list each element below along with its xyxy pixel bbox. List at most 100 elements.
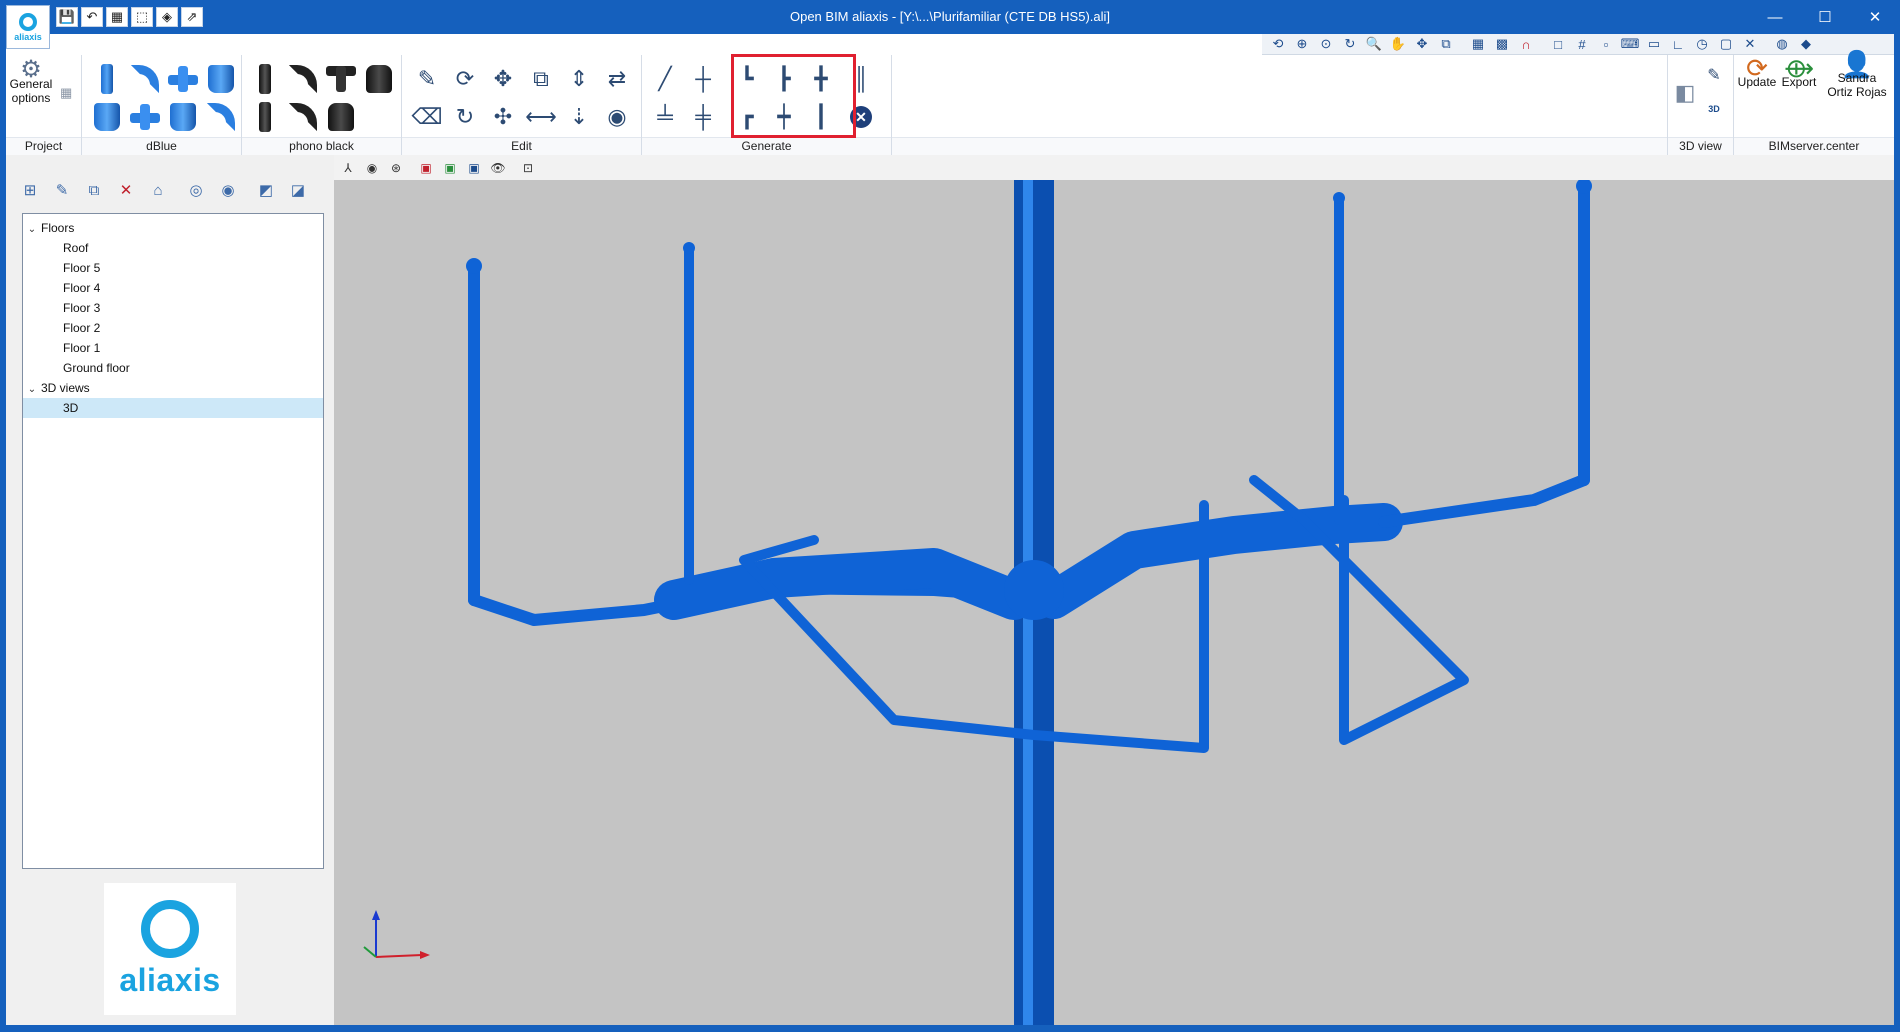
- dblue-branch-button[interactable]: [128, 99, 162, 135]
- view-floor-icon[interactable]: ⌂: [144, 177, 172, 203]
- dblue-reducer-button[interactable]: [204, 61, 238, 97]
- orbit-icon[interactable]: ✥: [1412, 35, 1432, 53]
- phono-tee-button[interactable]: [324, 61, 358, 97]
- generate-vertical-button[interactable]: ╱: [648, 61, 682, 97]
- orbit-icon[interactable]: ⊛: [386, 159, 406, 177]
- user-account-button[interactable]: 👤 Sandra Ortiz Rojas: [1822, 51, 1892, 99]
- edit-view-button[interactable]: ◉: [600, 99, 634, 135]
- eye-icon[interactable]: 👁: [488, 159, 508, 177]
- texture-icon[interactable]: ▣: [440, 159, 460, 177]
- grid-icon[interactable]: ▦: [1468, 35, 1488, 53]
- camera-icon[interactable]: ◉: [362, 159, 382, 177]
- edit-connect-button[interactable]: ⇄: [600, 61, 634, 97]
- zoom-icon[interactable]: 🔍: [1364, 35, 1384, 53]
- pipe-cap: [1333, 192, 1345, 204]
- chevron-down-icon[interactable]: ⌄: [23, 380, 41, 400]
- tree-item[interactable]: Floor 2: [23, 318, 323, 338]
- dblue-pipe-button[interactable]: [90, 61, 124, 97]
- dblue-cap-button[interactable]: [166, 99, 200, 135]
- phono-pipe2-button[interactable]: [248, 99, 282, 135]
- color-icon[interactable]: ▣: [416, 159, 436, 177]
- keyboard-icon[interactable]: ⌨: [1620, 35, 1640, 53]
- delete-floor-icon[interactable]: ✕: [112, 177, 140, 203]
- screenshot-icon[interactable]: ⊡: [518, 159, 538, 177]
- edit-move-button[interactable]: ✥: [486, 61, 520, 97]
- window-controls: — ☐ ✕: [1750, 0, 1900, 34]
- tree-item[interactable]: Floor 4: [23, 278, 323, 298]
- snap-icon[interactable]: ▫: [1596, 35, 1616, 53]
- phono-cap-button[interactable]: [324, 99, 358, 135]
- edit-copy-button[interactable]: ⧉: [524, 61, 558, 97]
- zoom-extents-icon[interactable]: ⊕: [1292, 35, 1312, 53]
- edit-level-button[interactable]: ⇣: [562, 99, 596, 135]
- grid2-icon[interactable]: #: [1572, 35, 1592, 53]
- box-icon[interactable]: ▣: [464, 159, 484, 177]
- magnet-icon[interactable]: ∩: [1516, 35, 1536, 53]
- left-collector-pipe: [654, 548, 1034, 620]
- general-options-button[interactable]: ⚙ General options: [6, 58, 56, 106]
- close-icon[interactable]: ✕: [1850, 0, 1900, 34]
- rotate-view-icon[interactable]: ⟲: [1268, 35, 1288, 53]
- add-floor-icon[interactable]: ⊞: [16, 177, 44, 203]
- angle-icon[interactable]: ∟: [1668, 35, 1688, 53]
- grid-options-icon[interactable]: ▦: [60, 85, 72, 101]
- update-button[interactable]: ⟳ Update: [1738, 55, 1777, 89]
- edit-erase-button[interactable]: ⌫: [410, 99, 444, 135]
- layers-icon[interactable]: ▩: [1492, 35, 1512, 53]
- chevron-down-icon[interactable]: ⌄: [23, 220, 41, 240]
- comment-icon[interactable]: ▢: [1716, 35, 1736, 53]
- camera-icon[interactable]: ◎: [182, 177, 210, 203]
- aliaxis-brand-logo: aliaxis: [104, 883, 236, 1015]
- edit-floor-icon[interactable]: ✎: [48, 177, 76, 203]
- globe-icon[interactable]: ◍: [1772, 35, 1792, 53]
- tree-item[interactable]: Floor 1: [23, 338, 323, 358]
- view3d-edit-button[interactable]: ✎: [1700, 57, 1728, 93]
- phono-socket-button[interactable]: [362, 61, 396, 97]
- history-icon[interactable]: ◷: [1692, 35, 1712, 53]
- zoom-window-icon[interactable]: ⊙: [1316, 35, 1336, 53]
- phono-pipe-button[interactable]: [248, 61, 282, 97]
- settings-icon[interactable]: ◆: [1796, 35, 1816, 53]
- tree-floors[interactable]: ⌄ Floors: [23, 218, 323, 238]
- box-open-icon[interactable]: ◪: [284, 177, 312, 203]
- dblue-socket-button[interactable]: [90, 99, 124, 135]
- minimize-icon[interactable]: —: [1750, 0, 1800, 34]
- tools-icon[interactable]: ✕: [1740, 35, 1760, 53]
- tree-item[interactable]: Ground floor: [23, 358, 323, 378]
- view3d-cube-button[interactable]: ◧: [1668, 75, 1702, 111]
- generate-multi-button[interactable]: ╪: [686, 99, 720, 135]
- export-button[interactable]: ⟴ Export: [1778, 55, 1820, 89]
- window-icon[interactable]: □: [1548, 35, 1568, 53]
- app-logo[interactable]: aliaxis: [6, 5, 50, 49]
- pan-icon[interactable]: ✋: [1388, 35, 1408, 53]
- maximize-icon[interactable]: ☐: [1800, 0, 1850, 34]
- tree-item[interactable]: Floor 3: [23, 298, 323, 318]
- tree-item[interactable]: Roof: [23, 238, 323, 258]
- coords-icon[interactable]: ▭: [1644, 35, 1664, 53]
- phono-elbow-button[interactable]: [286, 61, 320, 97]
- edit-rotate2-button[interactable]: ↻: [448, 99, 482, 135]
- dblue-junction-button[interactable]: [204, 99, 238, 135]
- box-view-icon[interactable]: ◩: [252, 177, 280, 203]
- view3d-open-button[interactable]: 3D: [1700, 91, 1728, 127]
- edit-move2-button[interactable]: ✣: [486, 99, 520, 135]
- search-camera-icon[interactable]: ◉: [214, 177, 242, 203]
- dblue-elbow-button[interactable]: [128, 61, 162, 97]
- panel-splitter[interactable]: [326, 155, 334, 1025]
- tree-item-selected[interactable]: 3D: [23, 398, 323, 418]
- viewport-3d[interactable]: [334, 180, 1894, 1025]
- generate-stack-button[interactable]: ┼: [686, 61, 720, 97]
- edit-rotate-button[interactable]: ⟳: [448, 61, 482, 97]
- fit-icon[interactable]: ⧉: [1436, 35, 1456, 53]
- edit-measure-button[interactable]: ⟷: [524, 99, 558, 135]
- edit-elevation-button[interactable]: ⇕: [562, 61, 596, 97]
- generate-connect-button[interactable]: ╧: [648, 99, 682, 135]
- phono-bend-button[interactable]: [286, 99, 320, 135]
- tree-item[interactable]: Floor 5: [23, 258, 323, 278]
- tree-3d-views[interactable]: ⌄ 3D views: [23, 378, 323, 398]
- refresh-icon[interactable]: ↻: [1340, 35, 1360, 53]
- copy-floor-icon[interactable]: ⧉: [80, 177, 108, 203]
- axes-icon[interactable]: ⅄: [338, 159, 358, 177]
- dblue-tee-button[interactable]: [166, 61, 200, 97]
- edit-pencil-button[interactable]: ✎: [410, 61, 444, 97]
